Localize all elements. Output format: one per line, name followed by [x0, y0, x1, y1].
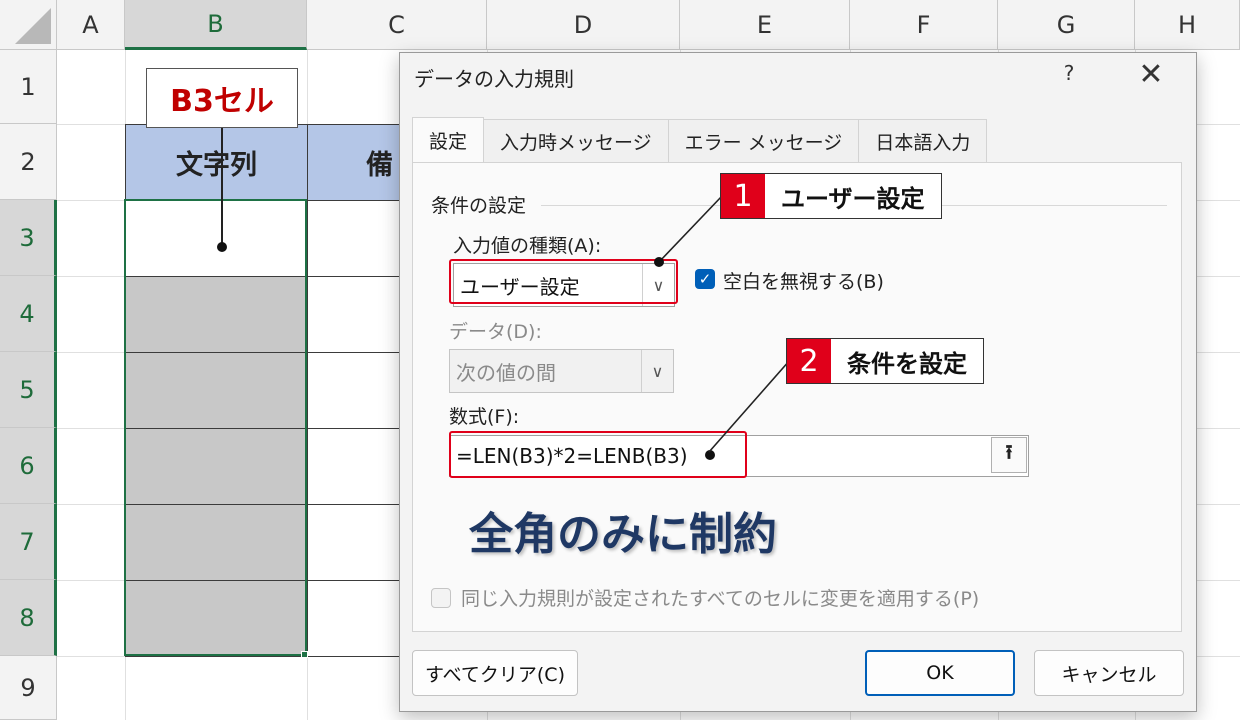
fill-handle[interactable] — [301, 651, 308, 658]
row-header-8[interactable]: 8 — [0, 580, 57, 656]
callout-dot-formula — [705, 450, 715, 460]
step-text-2: 条件を設定 — [847, 349, 967, 378]
cell-c5[interactable] — [307, 352, 407, 429]
cell-c7[interactable] — [307, 504, 407, 581]
row-header-9[interactable]: 9 — [0, 656, 57, 720]
clear-all-button[interactable]: すべてクリア(C) — [412, 650, 578, 696]
cell-b5[interactable] — [125, 352, 308, 429]
annotation-note: 全角のみに制約 — [469, 509, 777, 560]
step-badge-2: 2 条件を設定 — [786, 338, 984, 384]
callout-leader-b3 — [221, 128, 223, 246]
dialog-tabs: 設定 入力時メッセージ エラー メッセージ 日本語入力 — [412, 117, 988, 163]
cell-b3[interactable] — [125, 200, 308, 277]
data-label: データ(D): — [449, 321, 542, 343]
collapse-dialog-icon[interactable]: ⭱ — [991, 437, 1027, 473]
close-icon[interactable]: ✕ — [1134, 57, 1168, 93]
help-icon[interactable]: ? — [1054, 61, 1084, 85]
section-label-criteria: 条件の設定 — [431, 195, 527, 217]
column-header-d[interactable]: D — [487, 0, 680, 50]
cell-c4[interactable] — [307, 276, 407, 353]
apply-all-label: 同じ入力規則が設定されたすべてのセルに変更を適用する(P) — [461, 588, 980, 610]
highlight-formula — [449, 431, 747, 478]
step-number-2: 2 — [787, 339, 831, 383]
row-header-5[interactable]: 5 — [0, 352, 57, 428]
cell-b8[interactable] — [125, 580, 308, 657]
column-header-e[interactable]: E — [680, 0, 850, 50]
cell-b7[interactable] — [125, 504, 308, 581]
row-header-2[interactable]: 2 — [0, 124, 57, 200]
ok-button[interactable]: OK — [865, 650, 1015, 696]
cell-c6[interactable] — [307, 428, 407, 505]
column-header-g[interactable]: G — [998, 0, 1135, 50]
row-header-4[interactable]: 4 — [0, 276, 57, 352]
settings-panel: 条件の設定 入力値の種類(A): ユーザー設定 ∨ ✓ 空白を無視する(B) デ… — [412, 162, 1182, 632]
callout-dot-allow — [654, 257, 664, 267]
dialog-title: データの入力規則 — [414, 67, 574, 91]
tab-ime-mode[interactable]: 日本語入力 — [858, 119, 988, 163]
callout-b3-cell: B3セル — [146, 68, 298, 128]
row-header-1[interactable]: 1 — [0, 50, 57, 124]
apply-all-row: 同じ入力規則が設定されたすべてのセルに変更を適用する(P) — [431, 584, 979, 611]
column-header-a[interactable]: A — [57, 0, 125, 50]
formula-label: 数式(F): — [449, 406, 520, 428]
step-number-1: 1 — [721, 174, 765, 218]
column-header-b[interactable]: B — [125, 0, 307, 50]
column-header-c[interactable]: C — [307, 0, 487, 50]
cell-b6[interactable] — [125, 428, 308, 505]
callout-dot-b3 — [217, 242, 227, 252]
cancel-button[interactable]: キャンセル — [1034, 650, 1184, 696]
row-header-3[interactable]: 3 — [0, 200, 57, 276]
row-header-7[interactable]: 7 — [0, 504, 57, 580]
select-all-corner[interactable] — [0, 0, 57, 50]
ignore-blank-checkbox[interactable]: ✓ — [695, 269, 715, 289]
tab-error-alert[interactable]: エラー メッセージ — [667, 119, 860, 163]
cell-c3[interactable] — [307, 200, 407, 277]
chevron-down-icon: ∨ — [641, 350, 673, 392]
cell-b2-header[interactable]: 文字列 — [125, 124, 308, 201]
step-badge-1: 1 ユーザー設定 — [720, 173, 942, 219]
cell-c8[interactable] — [307, 580, 407, 657]
highlight-allow-dropdown — [449, 259, 678, 304]
step-text-1: ユーザー設定 — [781, 184, 925, 213]
apply-all-checkbox — [431, 587, 451, 608]
tab-input-message[interactable]: 入力時メッセージ — [483, 119, 669, 163]
allow-label: 入力値の種類(A): — [453, 235, 602, 257]
column-header-h[interactable]: H — [1135, 0, 1240, 50]
ignore-blank-label[interactable]: 空白を無視する(B) — [723, 267, 884, 294]
tab-settings[interactable]: 設定 — [412, 117, 485, 163]
cell-b4[interactable] — [125, 276, 308, 353]
column-header-f[interactable]: F — [850, 0, 998, 50]
data-dropdown-value: 次の値の間 — [456, 360, 556, 385]
row-header-6[interactable]: 6 — [0, 428, 57, 504]
data-dropdown: 次の値の間 ∨ — [449, 349, 674, 393]
